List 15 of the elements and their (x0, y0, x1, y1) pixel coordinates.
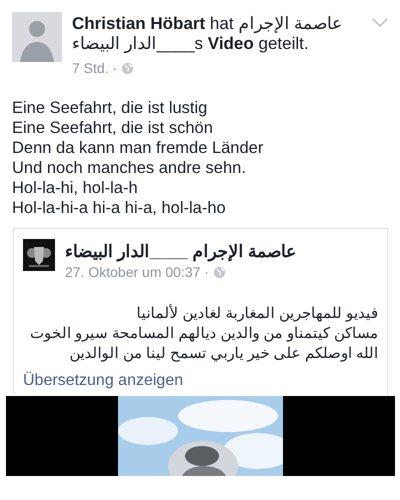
globe-icon (212, 266, 226, 278)
post-text-line: Und noch manches andre sehn. (12, 158, 247, 178)
post-text-line: Denn da kann man fremde Länder (12, 138, 264, 158)
translate-link[interactable]: Übersetzung anzeigen (23, 372, 184, 390)
page-name[interactable]: عاصمة الإجرام ____الدار البيضاء (65, 241, 296, 262)
post-text-line: الله اوصلكم على خير ياربي تسمح لينا من الوالدين (68, 344, 378, 364)
post-text-line: مساكن كيتمناو من والدين ديالهم المسامحة سيرو الخوت (28, 324, 378, 344)
post-text-line: Eine Seefahrt, die ist lustig (12, 98, 208, 118)
post-text-line: Hol-la-hi, hol-la-h (12, 178, 139, 198)
globe-icon (121, 62, 134, 74)
video-player[interactable] (6, 396, 395, 476)
post-text-line: فيديو للمهاجرين المغاربة لغادين لألمانيا (135, 304, 378, 324)
post-text-line: Eine Seefahrt, die ist schön (12, 118, 214, 138)
post-text-line: Hol-la-hi-a hi-a hi-a, hol-la-ho (12, 198, 227, 218)
page-avatar[interactable] (23, 239, 55, 271)
